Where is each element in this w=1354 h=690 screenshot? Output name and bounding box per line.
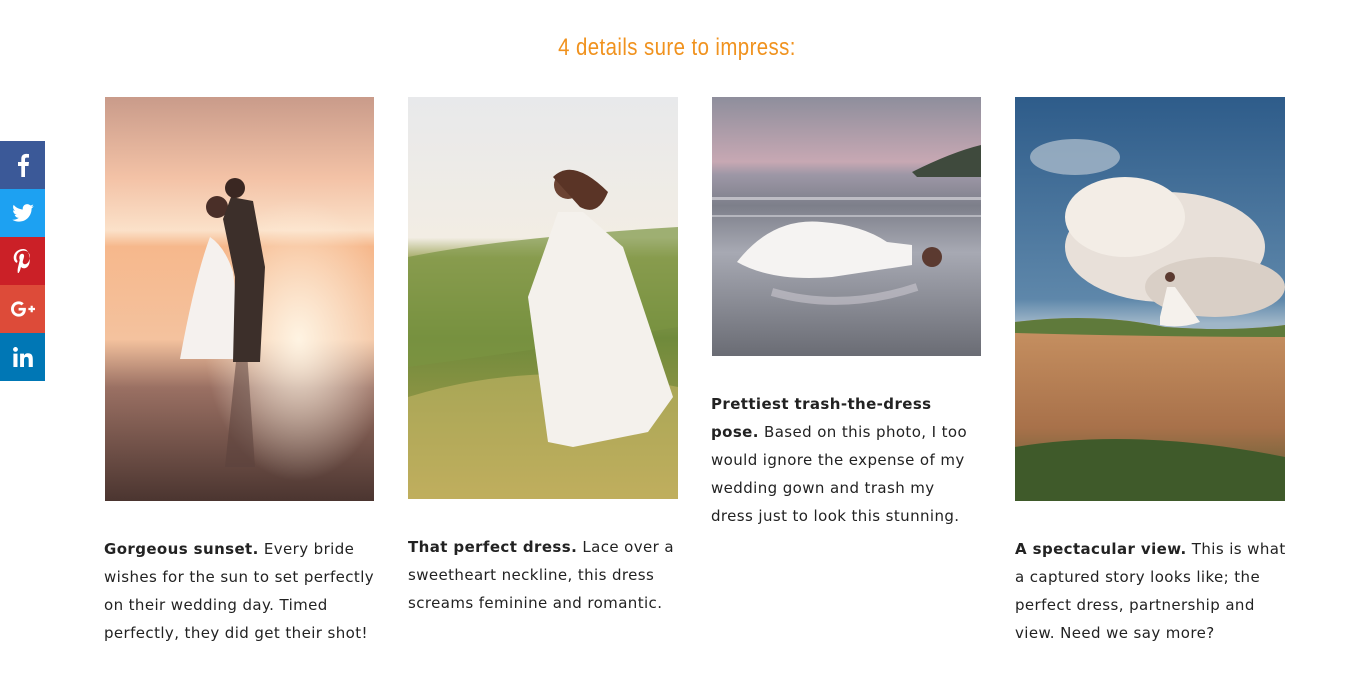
facebook-icon [16, 153, 30, 177]
photo-couple-at-sunset[interactable] [105, 97, 374, 501]
card-title: A spectacular view. [1015, 540, 1187, 558]
linkedin-icon [12, 347, 33, 367]
photo-bride-on-cliff[interactable] [1015, 97, 1285, 501]
google-plus-icon [10, 301, 35, 317]
twitter-icon [11, 204, 34, 222]
linkedin-share-button[interactable] [0, 333, 45, 381]
photo-bride-in-surf[interactable] [712, 97, 981, 356]
card-title: That perfect dress. [408, 538, 578, 556]
card-title: Gorgeous sunset. [104, 540, 259, 558]
section-heading: 4 details sure to impress: [558, 34, 796, 61]
pinterest-share-button[interactable] [0, 237, 45, 285]
facebook-share-button[interactable] [0, 141, 45, 189]
twitter-share-button[interactable] [0, 189, 45, 237]
pinterest-icon [13, 249, 33, 273]
social-share-bar [0, 141, 45, 381]
google-plus-share-button[interactable] [0, 285, 45, 333]
photo-bride-on-hill[interactable] [408, 97, 678, 499]
